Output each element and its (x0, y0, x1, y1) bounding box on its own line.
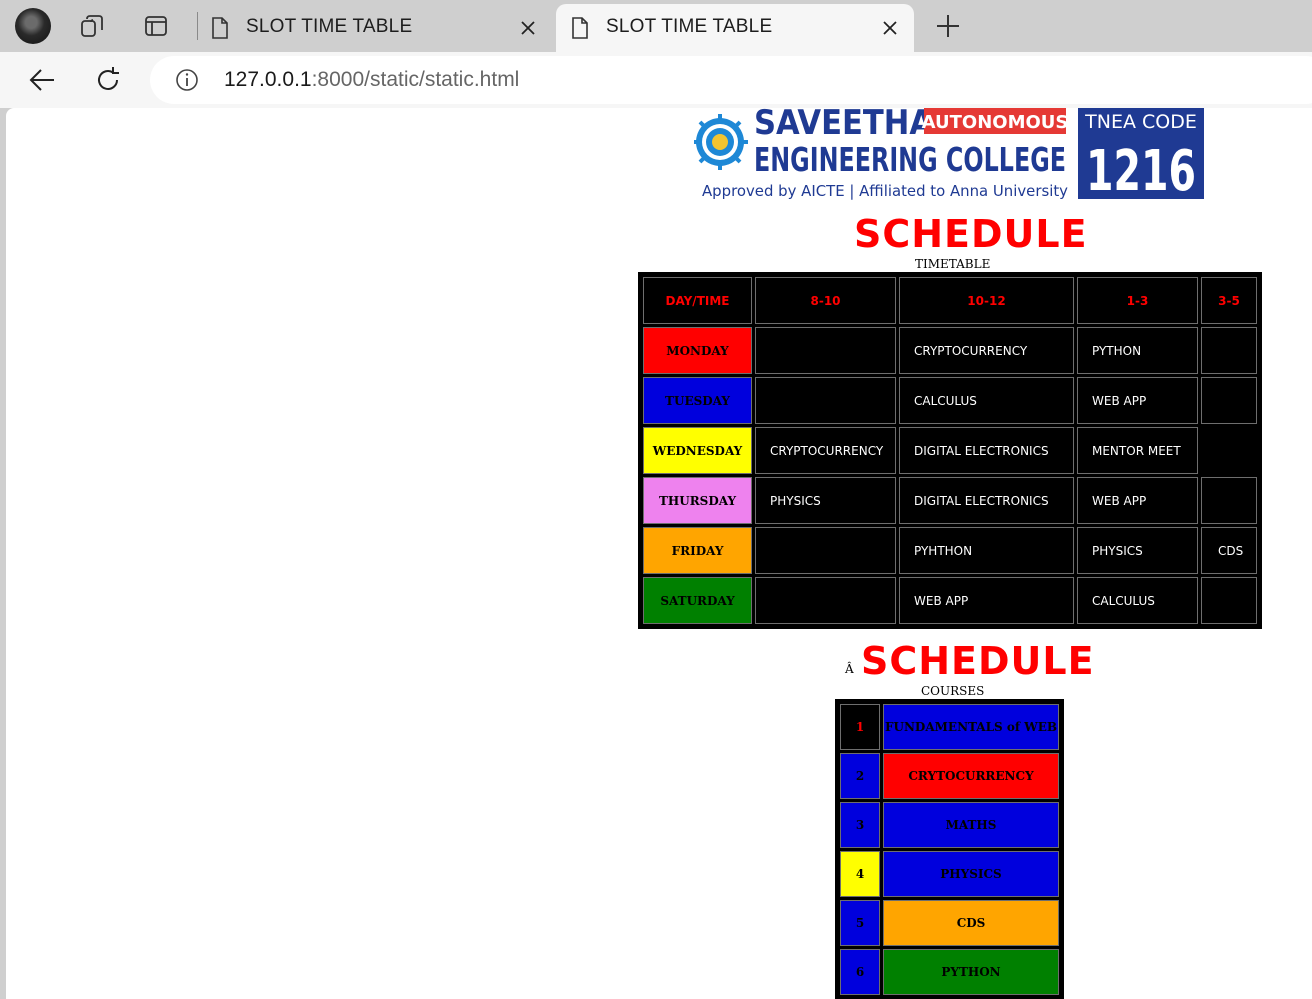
timetable-row-thursday: THURSDAY PHYSICS DIGITAL ELECTRONICS WEB… (643, 477, 1257, 524)
timetable-heading: SCHEDULE (854, 212, 1088, 256)
slot-cell (1201, 327, 1257, 374)
timetable-row-friday: FRIDAY PYHTHON PHYSICS CDS (643, 527, 1257, 574)
tab-strip: SLOT TIME TABLE SLOT TIME TABLE (0, 0, 1312, 52)
slot-cell: PYHTHON (899, 527, 1074, 574)
header-slot-10-12: 10-12 (899, 277, 1074, 324)
college-logo: SAVEETHA AUTONOMOUS ENGINEERING COLLEGE … (694, 108, 1204, 200)
slot-cell: WEB APP (899, 577, 1074, 624)
timetable-row-wednesday: WEDNESDAY CRYPTOCURRENCY DIGITAL ELECTRO… (643, 427, 1257, 474)
tab-title: SLOT TIME TABLE (606, 16, 773, 37)
course-row: 6 PYTHON (840, 949, 1059, 995)
course-number: 4 (840, 851, 880, 897)
course-name: PHYSICS (883, 851, 1059, 897)
course-name: CRYTOCURRENCY (883, 753, 1059, 799)
slot-cell (755, 577, 896, 624)
profile-avatar[interactable] (15, 8, 51, 44)
timetable-table: DAY/TIME 8-10 10-12 1-3 3-5 MONDAY CRYPT… (638, 272, 1262, 629)
tab-title: SLOT TIME TABLE (246, 16, 413, 37)
college-emblem (694, 114, 748, 170)
course-number: 3 (840, 802, 880, 848)
tnea-code-number: 1216 (1086, 139, 1196, 200)
header-day-time: DAY/TIME (643, 277, 752, 324)
course-name: PYTHON (883, 949, 1059, 995)
day-saturday: SATURDAY (643, 577, 752, 624)
course-name: MATHS (883, 802, 1059, 848)
url-text[interactable]: 127.0.0.1:8000/static/static.html (224, 68, 519, 92)
timetable-caption: TIMETABLE (915, 257, 991, 271)
timetable-header-row: DAY/TIME 8-10 10-12 1-3 3-5 (643, 277, 1257, 324)
page-icon (212, 17, 228, 39)
tab-slot-time-table-1[interactable]: SLOT TIME TABLE (196, 4, 552, 52)
logo-name-line2: ENGINEERING COLLEGE (754, 140, 1066, 179)
timetable-row-saturday: SATURDAY WEB APP CALCULUS (643, 577, 1257, 624)
slot-cell: DIGITAL ELECTRONICS (899, 427, 1074, 474)
navigation-bar: 127.0.0.1:8000/static/static.html (0, 52, 1312, 108)
course-number: 6 (840, 949, 880, 995)
close-tab-icon[interactable] (518, 18, 538, 38)
header-slot-1-3: 1-3 (1077, 277, 1198, 324)
course-row: 4 PHYSICS (840, 851, 1059, 897)
course-number: 1 (840, 704, 880, 750)
slot-cell: CALCULUS (1077, 577, 1198, 624)
course-row: 3 MATHS (840, 802, 1059, 848)
course-number: 5 (840, 900, 880, 946)
url-path: :8000/static/static.html (311, 68, 520, 91)
logo-name-line1: SAVEETHA (754, 108, 933, 143)
stray-character: Â (845, 662, 854, 676)
slot-cell (1201, 577, 1257, 624)
logo-badge: AUTONOMOUS (922, 112, 1069, 133)
site-info-icon[interactable] (175, 68, 199, 92)
course-row: 2 CRYTOCURRENCY (840, 753, 1059, 799)
course-name: CDS (883, 900, 1059, 946)
slot-cell: DIGITAL ELECTRONICS (899, 477, 1074, 524)
slot-cell: CALCULUS (899, 377, 1074, 424)
new-tab-icon[interactable] (934, 12, 962, 40)
url-host: 127.0.0.1 (224, 68, 312, 91)
slot-cell: CDS (1201, 527, 1257, 574)
slot-cell: WEB APP (1077, 477, 1198, 524)
course-number: 2 (840, 753, 880, 799)
timetable-row-tuesday: TUESDAY CALCULUS WEB APP (643, 377, 1257, 424)
tab-actions-icon[interactable] (142, 12, 170, 40)
tnea-code-label: TNEA CODE (1084, 111, 1197, 133)
page-viewport: SAVEETHA AUTONOMOUS ENGINEERING COLLEGE … (6, 108, 1312, 999)
tab-slot-time-table-2[interactable]: SLOT TIME TABLE (556, 4, 914, 52)
slot-cell: PYTHON (1077, 327, 1198, 374)
workspaces-icon[interactable] (79, 12, 107, 40)
day-monday: MONDAY (643, 327, 752, 374)
header-slot-8-10: 8-10 (755, 277, 896, 324)
slot-cell: PHYSICS (1077, 527, 1198, 574)
slot-cell (1201, 377, 1257, 424)
slot-cell (755, 377, 896, 424)
day-thursday: THURSDAY (643, 477, 752, 524)
close-tab-icon[interactable] (880, 18, 900, 38)
slot-cell (1201, 477, 1257, 524)
course-row: 5 CDS (840, 900, 1059, 946)
slot-cell (755, 327, 896, 374)
page-icon (572, 17, 588, 39)
address-bar[interactable]: 127.0.0.1:8000/static/static.html (150, 56, 1312, 104)
slot-cell: MENTOR MEET (1077, 427, 1198, 474)
day-tuesday: TUESDAY (643, 377, 752, 424)
slot-cell (755, 527, 896, 574)
slot-cell: WEB APP (1077, 377, 1198, 424)
timetable-row-monday: MONDAY CRYPTOCURRENCY PYTHON (643, 327, 1257, 374)
day-friday: FRIDAY (643, 527, 752, 574)
day-wednesday: WEDNESDAY (643, 427, 752, 474)
course-name: FUNDAMENTALS of WEB (883, 704, 1059, 750)
header-slot-3-5: 3-5 (1201, 277, 1257, 324)
courses-heading: SCHEDULE (861, 639, 1095, 683)
logo-tagline: Approved by AICTE | Affiliated to Anna U… (702, 182, 1068, 200)
slot-cell: CRYPTOCURRENCY (755, 427, 896, 474)
reload-icon[interactable] (94, 66, 122, 94)
slot-cell (1201, 427, 1257, 474)
courses-table: 1 FUNDAMENTALS of WEB 2 CRYTOCURRENCY 3 … (835, 699, 1064, 999)
course-row: 1 FUNDAMENTALS of WEB (840, 704, 1059, 750)
back-arrow-icon[interactable] (28, 66, 56, 94)
courses-caption: COURSES (921, 684, 985, 698)
slot-cell: CRYPTOCURRENCY (899, 327, 1074, 374)
slot-cell: PHYSICS (755, 477, 896, 524)
